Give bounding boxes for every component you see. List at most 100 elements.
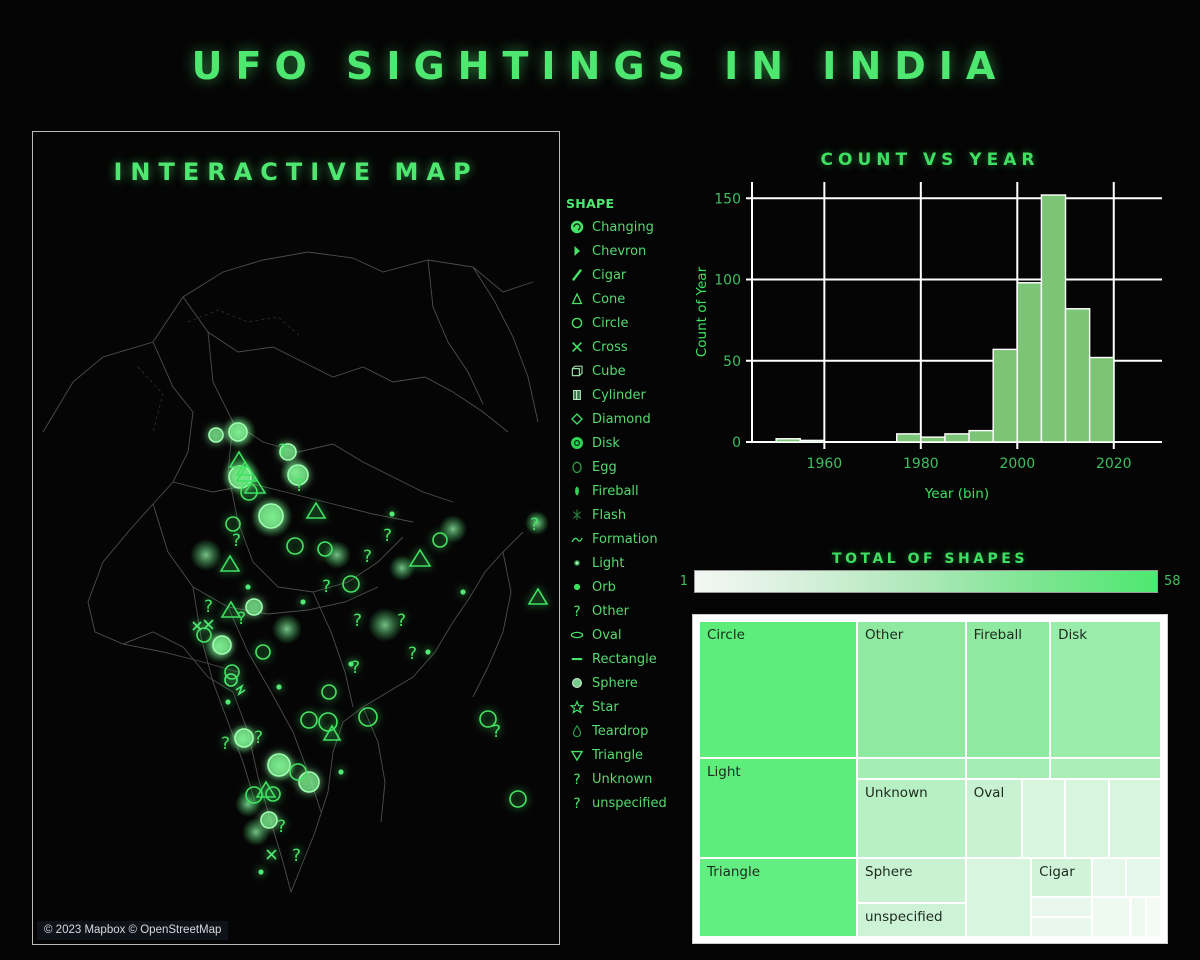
scale-max-label: 58 xyxy=(1164,574,1181,589)
legend-item-disk[interactable]: Disk xyxy=(566,431,684,455)
treemap-cell[interactable] xyxy=(1091,858,1126,897)
svg-text:?: ? xyxy=(254,728,263,748)
treemap-cell[interactable]: Circle xyxy=(699,621,857,759)
y-tick-label: 150 xyxy=(714,191,741,207)
treemap-cell[interactable] xyxy=(1145,896,1161,937)
legend-item-triangle[interactable]: Triangle xyxy=(566,743,684,767)
treemap-frame[interactable]: Circle Light Triangle Other Fireball Disk Unkn… xyxy=(692,614,1168,944)
treemap-cell[interactable]: Other xyxy=(857,621,966,759)
sphere-icon xyxy=(566,672,588,694)
legend-item-label: Light xyxy=(592,555,625,571)
treemap-cell[interactable] xyxy=(1022,779,1065,859)
legend-item-unknown[interactable]: ? Unknown xyxy=(566,767,684,791)
treemap-cell[interactable] xyxy=(1125,858,1161,897)
fireball-icon xyxy=(566,480,588,502)
legend-item-cube[interactable]: Cube xyxy=(566,359,684,383)
treemap-cell[interactable] xyxy=(1109,779,1161,859)
treemap-cell[interactable]: Disk xyxy=(1050,621,1161,759)
treemap-cell[interactable]: Unknown xyxy=(857,779,966,859)
treemap-cell[interactable] xyxy=(1031,917,1092,937)
legend-item-changing[interactable]: Changing xyxy=(566,215,684,239)
svg-text:?: ? xyxy=(237,609,246,629)
svg-text:?: ? xyxy=(351,658,360,678)
treemap-cell-label: Light xyxy=(707,764,741,781)
x-tick-label: 1980 xyxy=(903,456,939,472)
legend-item-rectangle[interactable]: Rectangle xyxy=(566,647,684,671)
treemap-cell[interactable]: Triangle xyxy=(699,858,857,937)
treemap-cell[interactable] xyxy=(1091,896,1131,937)
histogram-bar[interactable] xyxy=(1016,282,1043,443)
legend-item-cigar[interactable]: Cigar xyxy=(566,263,684,287)
histogram-bar[interactable] xyxy=(920,436,946,443)
legend-item-cross[interactable]: Cross xyxy=(566,335,684,359)
legend-item-egg[interactable]: Egg xyxy=(566,455,684,479)
legend-item-label: Star xyxy=(592,699,619,715)
svg-text:?: ? xyxy=(277,817,286,837)
legend-item-teardrop[interactable]: Teardrop xyxy=(566,719,684,743)
treemap-cell-label: Circle xyxy=(707,627,745,643)
treemap-cell[interactable] xyxy=(1130,896,1146,937)
dashboard-root: UFO SIGHTINGS IN INDIA ? ? ? ? ? ? ? ? ?… xyxy=(0,0,1200,960)
count-vs-year-chart[interactable]: COUNT VS YEAR 0 50 100 150 1960 1980 2000 2020 Y… xyxy=(690,140,1170,530)
diamond-icon xyxy=(566,408,588,430)
interactive-map-panel[interactable]: ?? ?? ?? ?? ?? ?? ?? ?? ?? INTERACTIVE M… xyxy=(32,131,560,945)
svg-text:?: ? xyxy=(292,846,301,866)
histogram-bar[interactable] xyxy=(944,433,970,443)
histogram-bar[interactable] xyxy=(775,438,801,443)
histogram-bar[interactable] xyxy=(799,439,826,443)
map-canvas[interactable]: ?? ?? ?? ?? ?? ?? ?? ?? ?? xyxy=(33,132,559,944)
legend-item-cone[interactable]: Cone xyxy=(566,287,684,311)
treemap-cell[interactable] xyxy=(965,758,1051,779)
legend-item-label: Circle xyxy=(592,315,629,331)
histogram-bar[interactable] xyxy=(1064,308,1091,443)
svg-text:?: ? xyxy=(530,515,539,535)
cube-icon xyxy=(566,360,588,382)
legend-item-unspecified[interactable]: ? unspecified xyxy=(566,791,684,815)
treemap-cell[interactable] xyxy=(965,858,1032,937)
legend-item-label: Cross xyxy=(592,339,628,355)
orb-icon xyxy=(566,576,588,598)
legend-item-star[interactable]: Star xyxy=(566,695,684,719)
legend-item-chevron[interactable]: Chevron xyxy=(566,239,684,263)
legend-item-cylinder[interactable]: Cylinder xyxy=(566,383,684,407)
shape-legend[interactable]: SHAPE Changing Chevron Cigar Cone Circle Cros… xyxy=(566,196,684,815)
histogram-bar[interactable] xyxy=(1088,356,1115,443)
legend-item-fireball[interactable]: Fireball xyxy=(566,479,684,503)
treemap-cell[interactable] xyxy=(1064,779,1110,859)
treemap-cell[interactable]: unspecified xyxy=(857,902,966,937)
treemap-cell[interactable] xyxy=(857,758,966,779)
legend-item-label: Egg xyxy=(592,459,617,475)
legend-item-circle[interactable]: Circle xyxy=(566,311,684,335)
x-tick-label: 2000 xyxy=(999,456,1035,472)
treemap-cell[interactable]: Light xyxy=(699,758,857,859)
histogram-bar[interactable] xyxy=(992,348,1018,443)
svg-text:?: ? xyxy=(232,531,241,551)
legend-item-formation[interactable]: Formation xyxy=(566,527,684,551)
legend-item-label: Diamond xyxy=(592,411,651,427)
legend-item-oval[interactable]: Oval xyxy=(566,623,684,647)
treemap-cell-label: Triangle xyxy=(707,864,761,881)
treemap-cell[interactable]: Fireball xyxy=(965,621,1051,759)
x-axis-label: Year (bin) xyxy=(924,486,989,502)
svg-text:?: ? xyxy=(322,577,331,597)
legend-item-sphere[interactable]: Sphere xyxy=(566,671,684,695)
histogram-bar[interactable] xyxy=(968,429,994,443)
legend-item-label: Chevron xyxy=(592,243,647,259)
treemap-cell[interactable] xyxy=(1050,758,1161,779)
y-tick-label: 100 xyxy=(714,273,741,289)
changing-icon xyxy=(566,216,588,238)
histogram-bar[interactable] xyxy=(1040,194,1067,443)
rectangle-icon xyxy=(566,648,588,670)
treemap-cell[interactable]: Oval xyxy=(965,779,1023,859)
svg-text:?: ? xyxy=(204,597,213,617)
legend-item-diamond[interactable]: Diamond xyxy=(566,407,684,431)
treemap-cell[interactable]: Sphere xyxy=(857,858,966,903)
legend-item-flash[interactable]: Flash xyxy=(566,503,684,527)
map-graphic: ?? ?? ?? ?? ?? ?? ?? ?? ?? xyxy=(42,251,549,894)
legend-item-other[interactable]: ? Other xyxy=(566,599,684,623)
histogram-bar[interactable] xyxy=(896,433,922,443)
color-scale: 1 58 xyxy=(666,570,1186,593)
treemap-cell[interactable]: Cigar xyxy=(1031,858,1092,897)
treemap-cell[interactable] xyxy=(1031,896,1092,918)
treemap-cell-label: Disk xyxy=(1058,627,1088,643)
